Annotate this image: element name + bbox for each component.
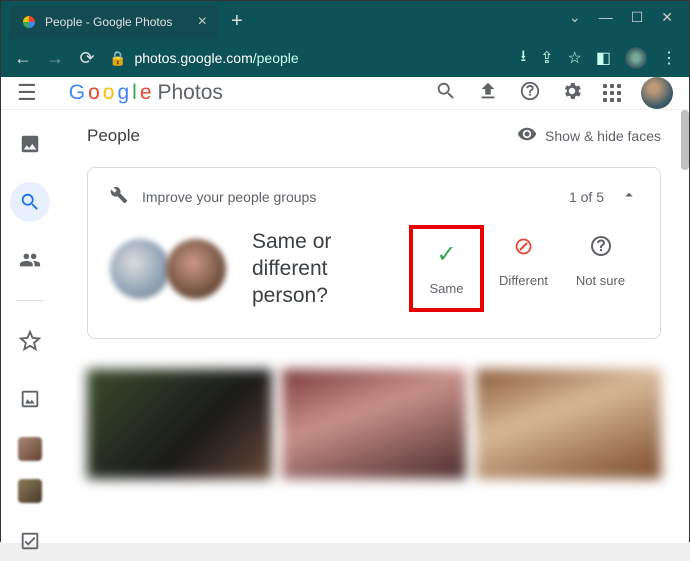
face-thumbnail-2 — [166, 239, 226, 299]
maximize-icon[interactable]: ☐ — [631, 9, 644, 26]
apps-grid-icon[interactable] — [603, 84, 621, 102]
lock-icon: 🔒 — [109, 50, 126, 67]
upload-icon[interactable] — [477, 80, 499, 107]
show-hide-faces-button[interactable]: Show & hide faces — [517, 124, 661, 147]
app-header: ☰ Google Photos — [1, 77, 689, 110]
url-input[interactable]: 🔒 photos.google.com/people — [109, 50, 509, 67]
browser-address-bar: ← → ⟳ 🔒 photos.google.com/people ⭳ ⇪ ☆ ◧… — [1, 39, 689, 77]
wrench-icon — [110, 186, 128, 207]
reload-button[interactable]: ⟳ — [77, 48, 97, 69]
sidebar-item-favorites[interactable] — [10, 321, 50, 361]
hamburger-menu-icon[interactable]: ☰ — [17, 80, 37, 106]
kebab-menu-icon[interactable]: ⋮ — [661, 48, 677, 68]
close-window-icon[interactable]: ✕ — [661, 9, 673, 26]
question-icon — [589, 233, 613, 259]
google-photos-logo[interactable]: Google Photos — [69, 81, 223, 105]
prohibit-icon: ⊘ — [513, 233, 533, 259]
search-icon[interactable] — [435, 80, 457, 107]
different-button[interactable]: ⊘ Different — [486, 225, 561, 312]
collapse-icon[interactable] — [620, 186, 638, 207]
person-tile[interactable] — [87, 369, 272, 479]
card-heading: Improve your people groups — [142, 189, 316, 205]
sidebar-item-photos[interactable] — [10, 124, 50, 164]
sidebar-thumbnail-1[interactable] — [18, 437, 42, 461]
account-avatar[interactable] — [641, 77, 673, 109]
checkmark-icon: ✓ — [436, 241, 456, 267]
same-button[interactable]: ✓ Same — [409, 225, 484, 312]
profile-avatar[interactable] — [625, 47, 647, 69]
sidebar-item-sharing[interactable] — [10, 240, 50, 280]
sidebar-item-explore[interactable] — [10, 182, 50, 222]
new-tab-button[interactable]: + — [231, 10, 243, 33]
window-controls: ⌄ — ☐ ✕ — [553, 1, 689, 34]
face-thumbnail-1 — [110, 239, 170, 299]
page-title: People — [87, 126, 140, 146]
browser-tab[interactable]: People - Google Photos × — [9, 5, 219, 39]
sidebar-thumbnail-2[interactable] — [18, 479, 42, 503]
install-app-icon[interactable]: ⭳ — [521, 45, 527, 72]
forward-button[interactable]: → — [45, 48, 65, 69]
sidebar-nav — [1, 110, 59, 561]
window-titlebar: People - Google Photos × + ⌄ — ☐ ✕ — [1, 1, 689, 39]
sidebar-item-albums[interactable] — [10, 379, 50, 419]
help-icon[interactable] — [519, 80, 541, 107]
scrollbar-thumb[interactable] — [681, 110, 689, 170]
google-photos-favicon — [21, 14, 37, 30]
share-icon[interactable]: ⇪ — [540, 48, 553, 68]
people-gallery — [87, 369, 661, 479]
card-counter: 1 of 5 — [569, 189, 604, 205]
tab-title: People - Google Photos — [45, 15, 172, 29]
chevron-down-icon[interactable]: ⌄ — [569, 9, 581, 26]
prompt-text: Same or different person? — [252, 228, 392, 310]
page-content: People Show & hide faces Improve your pe… — [59, 110, 689, 561]
close-tab-icon[interactable]: × — [198, 13, 207, 31]
side-panel-icon[interactable]: ◧ — [596, 48, 611, 68]
minimize-icon[interactable]: — — [599, 9, 613, 26]
back-button[interactable]: ← — [13, 48, 33, 69]
person-tile[interactable] — [282, 369, 467, 479]
improve-groups-card: Improve your people groups 1 of 5 Same o… — [87, 167, 661, 339]
settings-gear-icon[interactable] — [561, 80, 583, 107]
person-tile[interactable] — [476, 369, 661, 479]
sidebar-item-archive[interactable] — [10, 521, 50, 561]
bookmark-star-icon[interactable]: ☆ — [568, 48, 582, 68]
eye-icon — [517, 124, 537, 147]
not-sure-button[interactable]: Not sure — [563, 225, 638, 312]
